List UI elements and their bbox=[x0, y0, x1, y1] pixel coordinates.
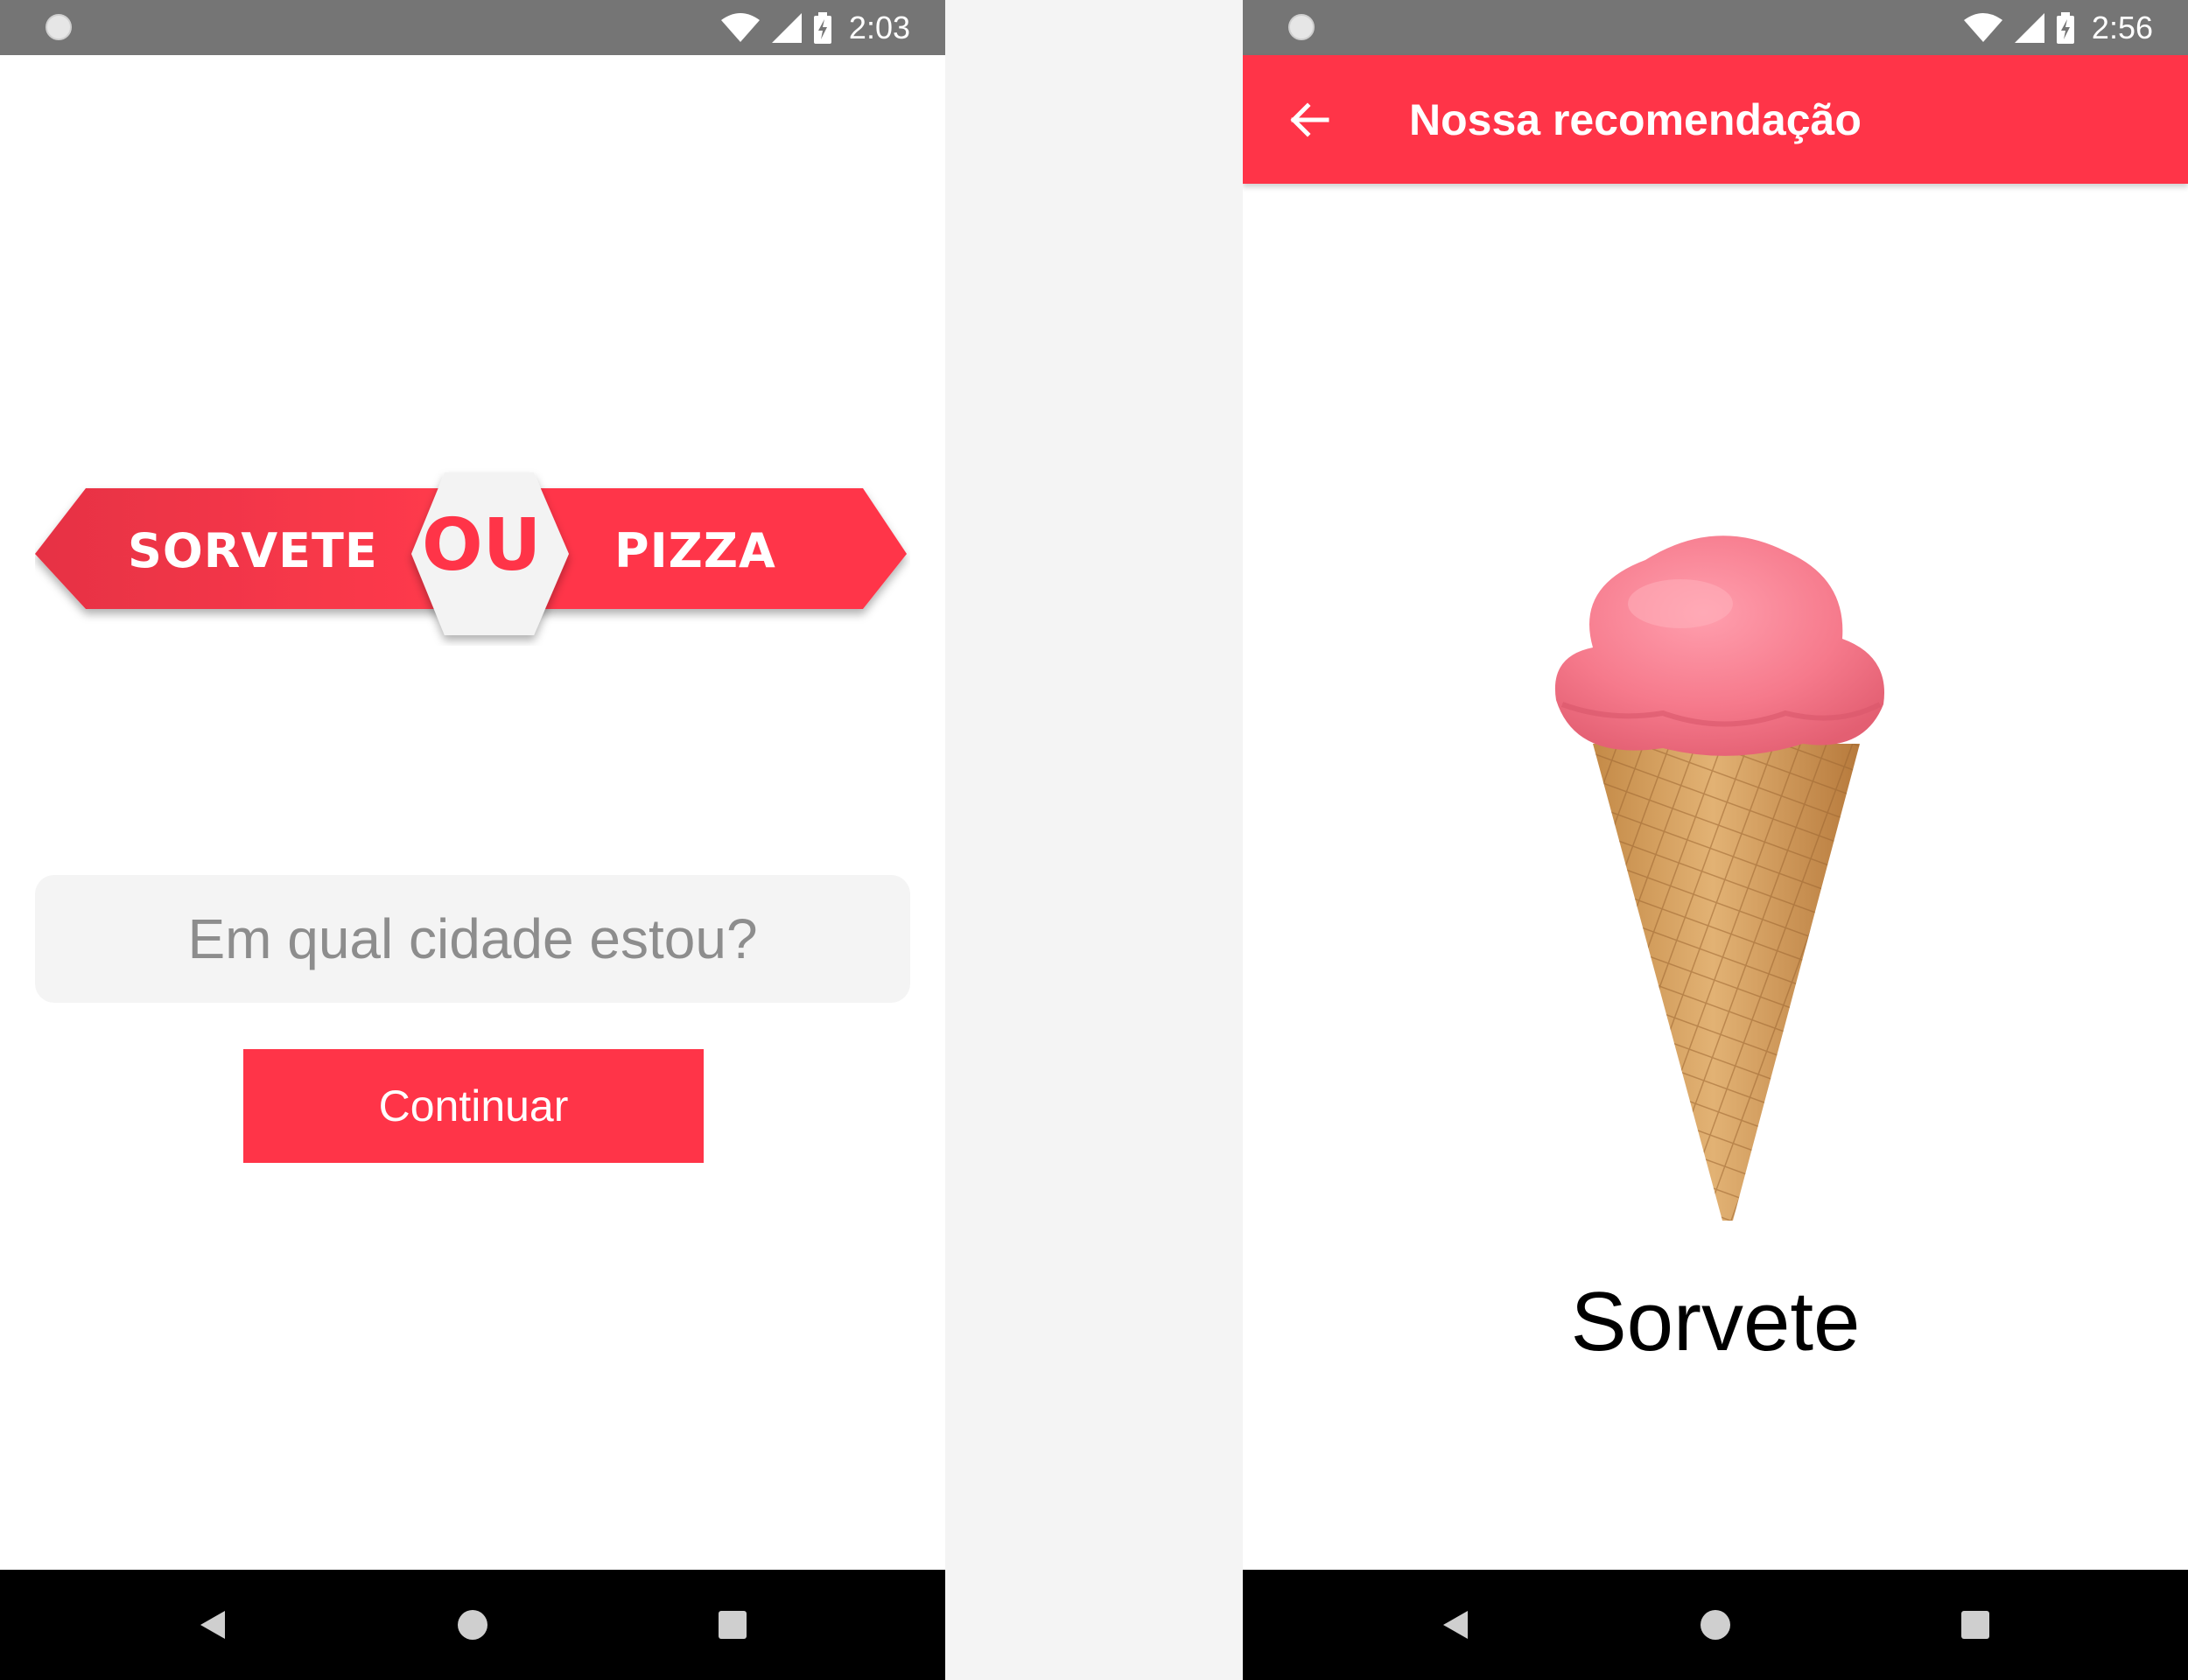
battery-charging-icon bbox=[2056, 12, 2074, 44]
screen-recommendation: 2:56 Nossa recomendação Sorvete bbox=[1243, 0, 2188, 1680]
recents-nav-icon[interactable] bbox=[718, 1610, 747, 1640]
battery-charging-icon bbox=[813, 12, 831, 44]
sorvete-ou-pizza-logo: SORVETE OU PIZZA bbox=[35, 462, 910, 646]
back-nav-icon[interactable] bbox=[197, 1609, 228, 1641]
ice-cream-image bbox=[1554, 536, 1885, 1221]
city-input[interactable] bbox=[35, 875, 910, 1003]
navigation-bar bbox=[1243, 1570, 2188, 1680]
app-bar: Nossa recomendação bbox=[1243, 55, 2188, 184]
status-bar: 2:56 bbox=[1243, 0, 2188, 55]
banner-pizza-label: PIZZA bbox=[614, 523, 776, 578]
signal-icon bbox=[771, 13, 802, 43]
wifi-icon bbox=[720, 13, 760, 42]
continue-button[interactable]: Continuar bbox=[243, 1049, 704, 1163]
back-nav-icon[interactable] bbox=[1440, 1609, 1471, 1641]
screen-city-input: 2:03 SORVETE OU PIZZA Continuar bbox=[0, 0, 945, 1680]
signal-icon bbox=[2014, 13, 2044, 43]
notification-icon bbox=[1288, 14, 1315, 40]
notification-icon bbox=[46, 14, 72, 40]
navigation-bar bbox=[0, 1570, 945, 1680]
recents-nav-icon[interactable] bbox=[1960, 1610, 1990, 1640]
wifi-icon bbox=[1963, 13, 2002, 42]
status-time: 2:03 bbox=[848, 10, 910, 46]
home-nav-icon[interactable] bbox=[457, 1609, 488, 1641]
status-time: 2:56 bbox=[2091, 10, 2153, 46]
home-nav-icon[interactable] bbox=[1700, 1609, 1731, 1641]
banner-sorvete-label: SORVETE bbox=[128, 523, 378, 578]
banner-ou-label: OU bbox=[422, 504, 542, 587]
recommendation-label: Sorvete bbox=[1570, 1275, 1861, 1368]
status-bar: 2:03 bbox=[0, 0, 945, 55]
arrow-left-icon[interactable] bbox=[1287, 97, 1332, 143]
page-title: Nossa recomendação bbox=[1409, 95, 1862, 144]
